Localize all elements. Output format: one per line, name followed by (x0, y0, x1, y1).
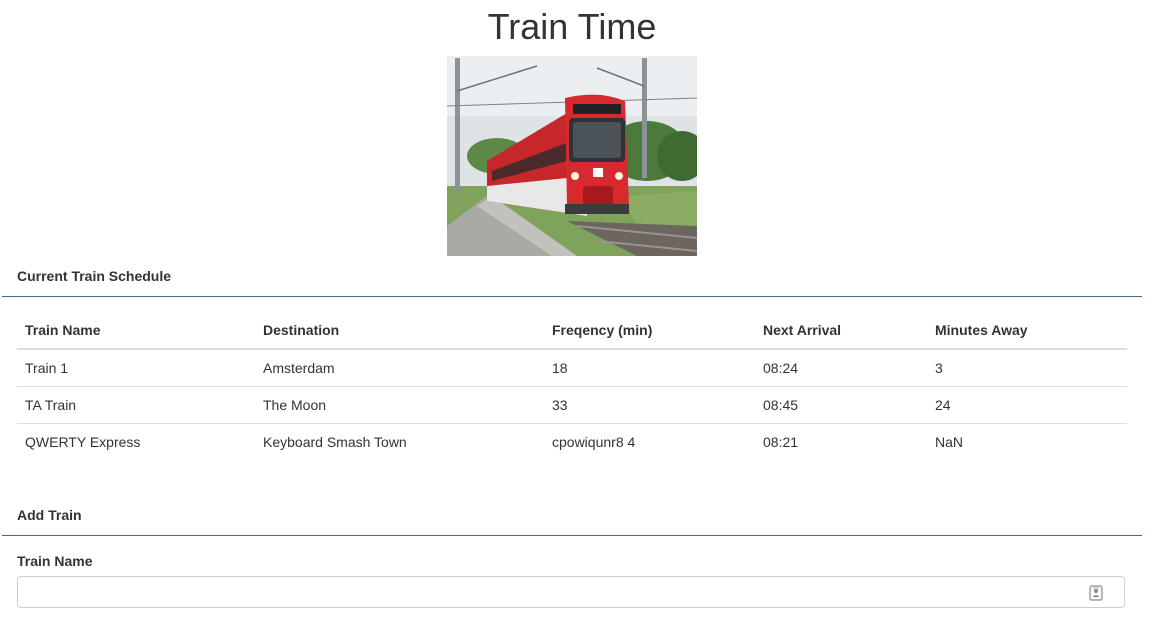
cell-next-arrival: 08:45 (755, 386, 927, 424)
cell-frequency: 33 (544, 386, 755, 424)
table-row: QWERTY Express Keyboard Smash Town cpowi… (17, 424, 1127, 461)
cell-next-arrival: 08:21 (763, 434, 799, 450)
cell-minutes-away: 3 (927, 349, 1127, 387)
train-image (447, 56, 697, 256)
add-train-divider (2, 535, 1142, 536)
cell-destination: Amsterdam (255, 349, 544, 387)
cell-frequency: cpowiqunr8 4 (552, 434, 636, 450)
schedule-table: Train Name Destination Freqency (min) Ne… (17, 312, 1127, 460)
column-header-frequency: Freqency (min) (544, 312, 755, 350)
page-title: Train Time (487, 6, 657, 47)
table-row: TA Train The Moon 33 08:45 24 (17, 386, 1127, 424)
cell-frequency: 18 (544, 349, 755, 387)
cell-destination: The Moon (255, 386, 544, 424)
train-photo-icon (447, 56, 697, 256)
column-header-destination: Destination (255, 312, 544, 350)
cell-minutes-away: 24 (927, 386, 1127, 424)
column-header-minutes-away: Minutes Away (927, 312, 1127, 350)
cell-train-name: TA Train (17, 386, 255, 424)
train-name-label: Train Name (17, 553, 93, 569)
cell-train-name: Train 1 (17, 349, 255, 387)
contact-card-icon[interactable] (1089, 585, 1103, 601)
table-header-row: Train Name Destination Freqency (min) Ne… (17, 312, 1127, 350)
train-name-input[interactable] (17, 576, 1125, 608)
column-header-next-arrival: Next Arrival (755, 312, 927, 350)
cell-train-name: QWERTY Express (25, 434, 141, 450)
cell-minutes-away: NaN (935, 434, 964, 450)
column-header-train-name: Train Name (17, 312, 255, 350)
schedule-heading: Current Train Schedule (17, 268, 172, 284)
cell-next-arrival: 08:24 (755, 349, 927, 387)
cell-destination: Keyboard Smash Town (263, 434, 407, 450)
table-row: Train 1 Amsterdam 18 08:24 3 (17, 349, 1127, 387)
schedule-divider (2, 296, 1142, 297)
add-train-heading: Add Train (17, 507, 82, 523)
